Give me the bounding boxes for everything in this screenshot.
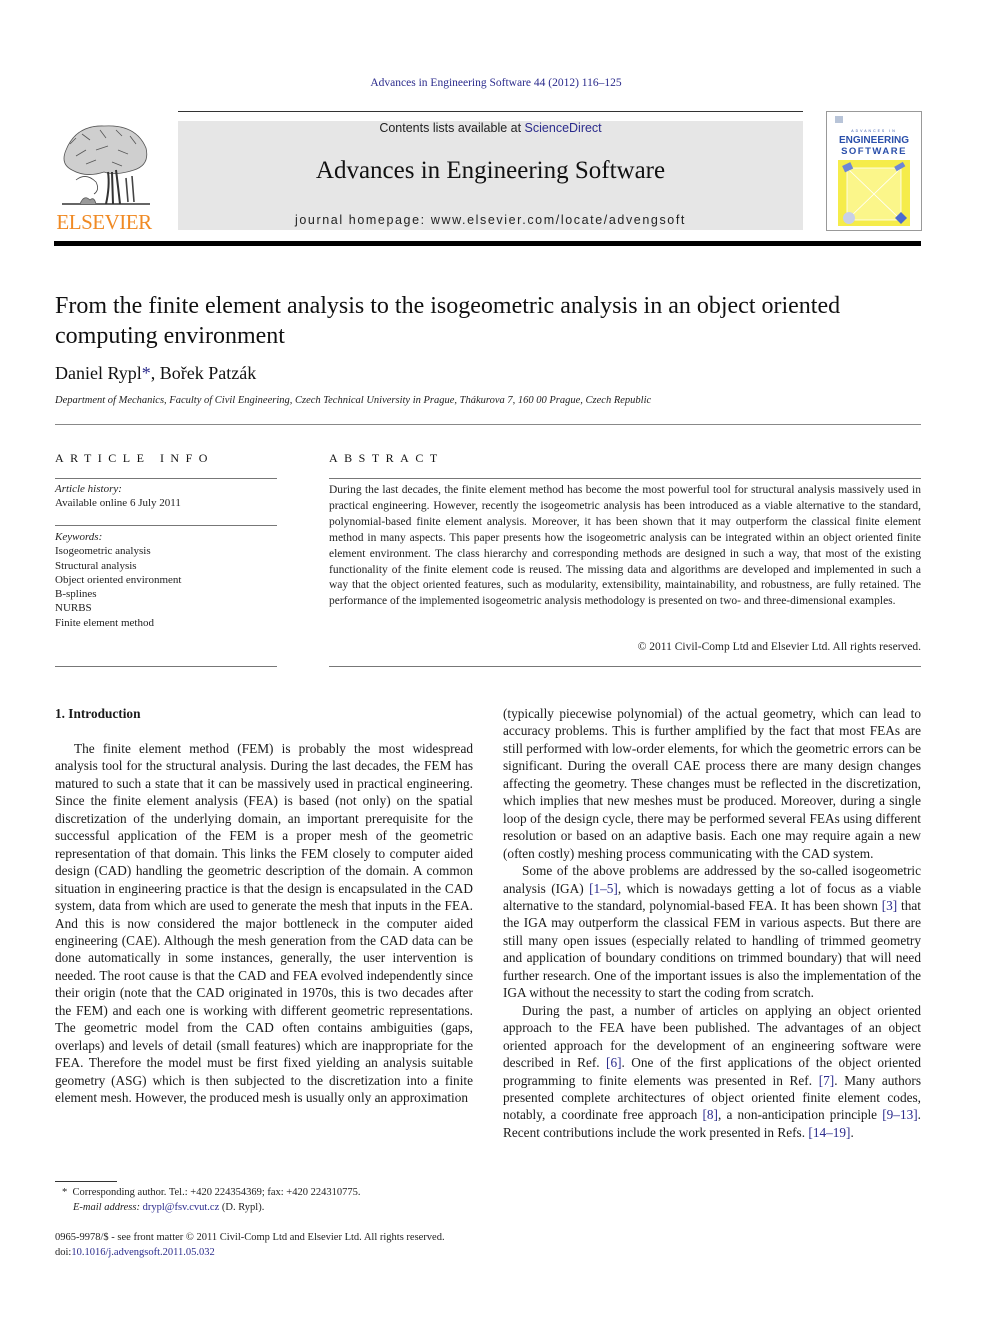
footnote-line: * Corresponding author. Tel.: +420 22435… — [62, 1186, 482, 1201]
contents-availability: Contents lists available at ScienceDirec… — [178, 121, 803, 135]
citation-link[interactable]: [8] — [702, 1107, 718, 1122]
citation-link[interactable]: [9–13] — [882, 1107, 917, 1122]
homepage-prefix: journal homepage: — [294, 213, 431, 227]
cover-line1: ENGINEERING — [839, 135, 909, 146]
author-affiliation: Department of Mechanics, Faculty of Civi… — [55, 395, 652, 406]
body-column-right: (typically piecewise polynomial) of the … — [503, 705, 921, 1141]
abstract-rule — [329, 666, 921, 667]
doi-prefix: doi: — [55, 1246, 72, 1258]
header-rule — [178, 111, 803, 112]
cover-line2: SOFTWARE — [841, 146, 907, 157]
abstract-text: During the last decades, the finite elem… — [329, 484, 921, 608]
affiliation-rule — [55, 424, 921, 425]
author-name[interactable]: Bořek Patzák — [160, 363, 256, 383]
masthead-thick-rule — [54, 241, 921, 246]
author-name[interactable]: Daniel Rypl — [55, 363, 142, 383]
front-matter-line: 0965-9978/$ - see front matter © 2011 Ci… — [55, 1232, 445, 1243]
keyword-item: NURBS — [55, 602, 92, 615]
elsevier-wordmark: ELSEVIER — [56, 210, 152, 234]
info-rule — [55, 478, 277, 479]
keyword-item: Isogeometric analysis — [55, 545, 151, 558]
article-title: From the finite element analysis to the … — [55, 293, 841, 349]
citation-link[interactable]: [6] — [606, 1055, 622, 1070]
elsevier-logo[interactable]: ELSEVIER — [52, 118, 156, 234]
footnote-email-line: E-mail address: drypl@fsv.cvut.cz (D. Ry… — [62, 1201, 482, 1216]
text-run: , a non-anticipation principle — [718, 1107, 883, 1123]
keywords-block: Keywords: Isogeometric analysis Structur… — [55, 530, 277, 630]
email-link[interactable]: drypl@fsv.cvut.cz — [143, 1202, 220, 1213]
footnote-contact: Corresponding author. Tel.: +420 2243543… — [72, 1187, 361, 1198]
journal-cover-icon: ADVANCES IN ENGINEERING SOFTWARE — [835, 116, 910, 226]
corresponding-author-mark[interactable]: * — [142, 363, 151, 383]
body-column-left: The finite element method (FEM) is proba… — [55, 740, 473, 1107]
keyword-item: Finite element method — [55, 616, 154, 629]
keyword-item: B-splines — [55, 588, 97, 601]
history-value: Available online 6 July 2011 — [55, 497, 181, 510]
citation-link[interactable]: [1–5] — [589, 881, 618, 896]
footnote-mark: * — [62, 1187, 68, 1198]
citation-link[interactable]: [7] — [819, 1073, 835, 1088]
abstract-rule — [329, 478, 921, 479]
info-rule — [55, 525, 277, 526]
text-run: that the IGA may outperform the classica… — [503, 897, 921, 1001]
contents-prefix: Contents lists available at — [379, 121, 525, 135]
author-list: Daniel Rypl*, Bořek Patzák — [55, 363, 256, 384]
citation-link[interactable]: [3] — [882, 898, 898, 913]
body-paragraph: Some of the above problems are addressed… — [503, 862, 921, 1002]
doi-link[interactable]: 10.1016/j.advengsoft.2011.05.032 — [71, 1247, 214, 1258]
elsevier-tree-icon — [62, 125, 150, 205]
info-rule — [55, 666, 277, 667]
keyword-item: Object oriented environment — [55, 573, 182, 586]
article-history: Article history: Available online 6 July… — [55, 482, 277, 511]
keywords-label: Keywords: — [55, 531, 103, 543]
body-paragraph-continuation: (typically piecewise polynomial) of the … — [503, 706, 921, 861]
email-suffix: (D. Rypl). — [219, 1201, 265, 1213]
keyword-item: Structural analysis — [55, 559, 137, 572]
journal-cover-thumbnail[interactable]: ADVANCES IN ENGINEERING SOFTWARE — [826, 111, 922, 231]
abstract-heading: ABSTRACT — [329, 451, 444, 465]
text-run: . — [850, 1124, 854, 1140]
homepage-url-link[interactable]: www.elsevier.com/locate/advengsoft — [431, 213, 686, 227]
journal-title: Advances in Engineering Software — [315, 157, 666, 184]
cover-small-caps: ADVANCES IN — [851, 129, 896, 133]
journal-homepage: journal homepage: www.elsevier.com/locat… — [178, 213, 803, 227]
history-label: Article history: — [55, 483, 122, 495]
sciencedirect-link[interactable]: ScienceDirect — [525, 121, 602, 135]
section-heading-introduction: 1. Introduction — [55, 706, 141, 721]
body-paragraph: During the past, a number of articles on… — [503, 1002, 921, 1142]
doi-line: doi:10.1016/j.advengsoft.2011.05.032 — [55, 1246, 655, 1261]
corresponding-author-footnote: * Corresponding author. Tel.: +420 22435… — [62, 1186, 482, 1215]
email-label: E-mail address: — [73, 1201, 140, 1213]
author-separator: , — [150, 363, 160, 383]
body-paragraph: The finite element method (FEM) is proba… — [55, 741, 473, 1106]
footnote-rule — [55, 1181, 117, 1182]
journal-masthead: Contents lists available at ScienceDirec… — [178, 121, 803, 230]
front-matter: 0965-9978/$ - see front matter © 2011 Ci… — [55, 1231, 655, 1260]
abstract-copyright: © 2011 Civil-Comp Ltd and Elsevier Ltd. … — [637, 641, 921, 653]
citation-link[interactable]: [14–19] — [808, 1125, 850, 1140]
article-info-heading: ARTICLE INFO — [55, 451, 214, 465]
running-head-citation[interactable]: Advances in Engineering Software 44 (201… — [0, 77, 992, 89]
